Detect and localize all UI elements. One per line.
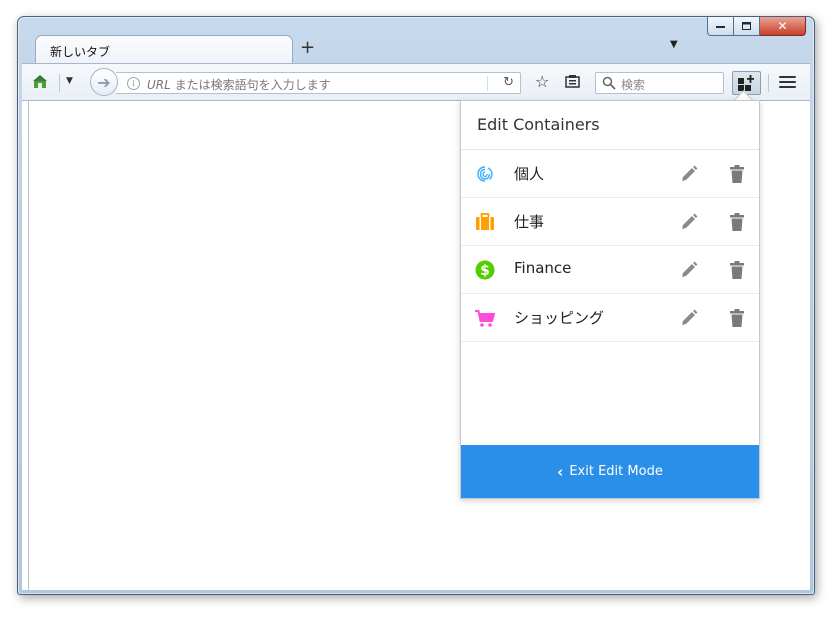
delete-trash-icon[interactable] (727, 260, 747, 280)
container-row-personal[interactable]: 個人 (461, 150, 759, 198)
history-dropdown-icon[interactable]: ▼ (66, 76, 73, 86)
back-button[interactable]: ➔ (90, 68, 118, 96)
edit-pencil-icon[interactable] (679, 212, 699, 232)
cart-icon (475, 310, 495, 327)
navigation-toolbar: ▼ i URL または検索語句を入力します ↻ ➔ ☆ 検索 (22, 63, 810, 101)
tab-list-dropdown-icon[interactable]: ▼ (670, 39, 678, 50)
container-row-shopping[interactable]: ショッピング (461, 294, 759, 342)
bookmark-star-icon[interactable]: ☆ (535, 72, 549, 91)
containers-icon (738, 75, 754, 91)
briefcase-icon (476, 213, 494, 230)
exit-edit-mode-label: Exit Edit Mode (569, 464, 663, 479)
maximize-icon (741, 21, 751, 30)
reload-icon[interactable]: ↻ (503, 75, 514, 90)
search-box[interactable]: 検索 (595, 72, 724, 94)
url-bar[interactable]: i URL または検索語句を入力します ↻ (116, 72, 521, 94)
delete-trash-icon[interactable] (727, 308, 747, 328)
url-placeholder-prefix: URL (147, 78, 171, 92)
container-name: ショッピング (514, 309, 605, 327)
containers-button[interactable] (732, 71, 761, 95)
search-icon (602, 76, 616, 90)
minimize-button[interactable] (707, 17, 734, 36)
reading-list-icon[interactable] (565, 74, 580, 88)
container-row-work[interactable]: 仕事 (461, 198, 759, 246)
back-arrow-icon: ➔ (97, 72, 111, 92)
url-separator (487, 76, 488, 91)
search-placeholder: 検索 (621, 78, 646, 92)
close-icon: ✕ (777, 19, 788, 33)
dollar-icon: $ (475, 260, 495, 280)
info-icon[interactable]: i (127, 77, 140, 90)
toolbar-separator (59, 74, 60, 92)
container-name: 個人 (514, 165, 545, 183)
delete-trash-icon[interactable] (727, 164, 747, 184)
content-edge (28, 101, 29, 590)
container-name: Finance (514, 259, 572, 277)
maximize-button[interactable] (734, 17, 760, 36)
tab-new-tab[interactable]: 新しいタブ (35, 35, 293, 65)
container-row-finance[interactable]: $ Finance (461, 246, 759, 294)
new-tab-button[interactable]: + (300, 39, 315, 57)
edit-pencil-icon[interactable] (679, 164, 699, 184)
minimize-icon (715, 26, 725, 28)
toolbar-separator (768, 74, 769, 92)
edit-pencil-icon[interactable] (679, 308, 699, 328)
tab-title: 新しいタブ (50, 45, 111, 59)
window-caption-buttons: ✕ (707, 17, 806, 37)
edit-containers-panel: Edit Containers 個人 仕事 $ Finance ショッピング ‹… (460, 100, 760, 499)
chevron-left-icon: ‹ (557, 462, 564, 481)
edit-pencil-icon[interactable] (679, 260, 699, 280)
url-placeholder-text: または検索語句を入力します (170, 78, 331, 92)
svg-text:$: $ (480, 263, 490, 279)
close-window-button[interactable]: ✕ (760, 17, 806, 36)
hamburger-menu-icon[interactable] (779, 76, 796, 89)
delete-trash-icon[interactable] (727, 212, 747, 232)
fingerprint-icon (477, 166, 493, 182)
panel-title: Edit Containers (477, 115, 600, 134)
container-name: 仕事 (514, 213, 545, 231)
url-input[interactable]: URL または検索語句を入力します (147, 76, 331, 93)
home-icon[interactable] (33, 75, 47, 89)
exit-edit-mode-button[interactable]: ‹ Exit Edit Mode (461, 445, 759, 498)
